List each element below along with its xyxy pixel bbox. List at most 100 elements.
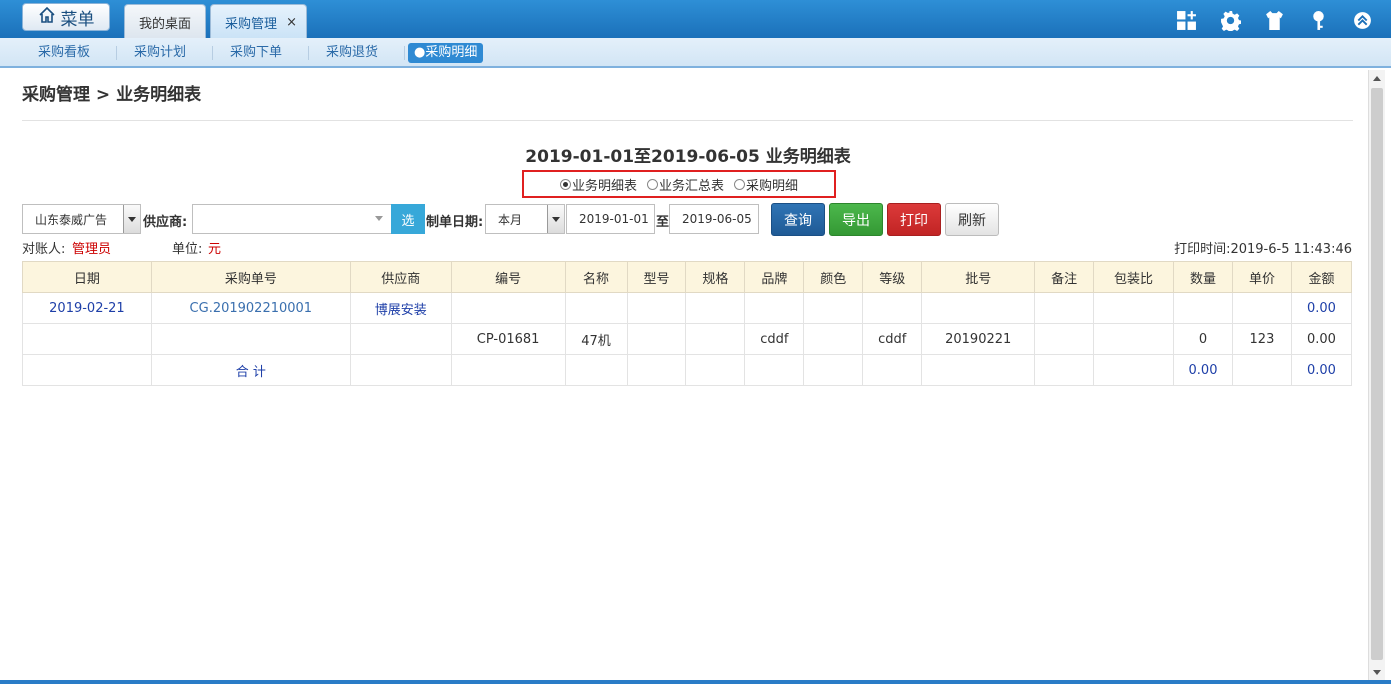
select-supplier-button[interactable]: 选: [391, 204, 425, 234]
bottom-bar: [0, 680, 1391, 684]
table-cell: [349, 323, 452, 355]
sub-navigation: 采购看板 采购计划 采购下单 采购退货 ●采购明细: [0, 38, 1391, 68]
radio-unchecked-icon: [646, 178, 658, 190]
table-cell: [1093, 323, 1175, 355]
table-cell: [744, 354, 805, 386]
column-header-color: 颜色: [803, 261, 864, 293]
vertical-scrollbar[interactable]: [1368, 70, 1385, 680]
tab-purchase-management[interactable]: 采购管理 ×: [210, 4, 307, 40]
collapse-up-icon[interactable]: [1350, 8, 1375, 33]
cell-unit-price: 123: [1231, 323, 1292, 355]
cell-name: 47机: [564, 323, 628, 355]
table-cell: [626, 323, 687, 355]
tab-label: 我的桌面: [138, 17, 191, 32]
table-cell: [862, 292, 923, 324]
period-value: 本月: [498, 212, 523, 227]
column-header-amount: 金额: [1290, 261, 1353, 293]
radio-purchase-detail[interactable]: 采购明细: [734, 175, 798, 194]
menu-button[interactable]: 菜单: [22, 3, 110, 31]
gear-icon[interactable]: [1218, 8, 1243, 33]
radio-checked-icon: [559, 178, 571, 190]
table-cell: [1231, 354, 1292, 386]
table-cell: [1034, 354, 1095, 386]
table-cell: [626, 354, 687, 386]
column-header-remark: 备注: [1034, 261, 1095, 293]
subnav-item-detail[interactable]: ●采购明细: [408, 43, 484, 63]
table-cell: [150, 323, 351, 355]
subnav-divider: [308, 46, 309, 60]
radio-unchecked-icon: [734, 178, 745, 190]
cell-supplier-link[interactable]: 博展安装: [349, 292, 452, 324]
tab-my-desktop[interactable]: 我的桌面: [124, 4, 206, 40]
table-cell: [450, 354, 566, 386]
radio-detail-report[interactable]: 业务明细表: [559, 175, 637, 194]
supplier-input[interactable]: [192, 204, 392, 234]
table-cell: [803, 292, 864, 324]
to-label: 至: [656, 215, 670, 230]
date-to-input[interactable]: 2019-06-05: [669, 204, 759, 234]
grid-add-icon[interactable]: [1174, 8, 1199, 33]
table-cell: [921, 292, 1036, 324]
home-icon: [38, 6, 56, 29]
table-cell: [1231, 292, 1292, 324]
column-header-pack-ratio: 包装比: [1093, 261, 1175, 293]
close-icon[interactable]: ×: [286, 15, 297, 30]
chevron-down-icon: [375, 216, 383, 221]
table-total-row: 合 计 0.00 0.00: [22, 354, 1353, 386]
column-header-grade: 等级: [862, 261, 923, 293]
cell-amount: 0.00: [1290, 292, 1353, 324]
table-row: 2019-02-21 CG.201902210001 博展安装 0.00: [22, 292, 1353, 324]
main-content: 采购管理 > 业务明细表 2019-01-01至 2019-06-05 业务明细表…: [8, 70, 1368, 680]
export-button[interactable]: 导出: [829, 203, 883, 236]
table-header-row: 日期 采购单号 供应商 编号 名称 型号 规格 品牌 颜色 等级 批号 备注 包…: [22, 261, 1353, 293]
scrollbar-thumb[interactable]: [1371, 88, 1383, 660]
detail-table: 日期 采购单号 供应商 编号 名称 型号 规格 品牌 颜色 等级 批号 备注 包…: [22, 261, 1353, 386]
chevron-down-icon: [123, 205, 140, 233]
table-cell: [803, 354, 864, 386]
cell-quantity: 0: [1173, 323, 1233, 355]
company-value: 山东泰威广告: [35, 212, 108, 227]
table-cell: [803, 323, 864, 355]
cell-order-no-link[interactable]: CG.201902210001: [150, 292, 351, 324]
column-header-quantity: 数量: [1173, 261, 1233, 293]
refresh-button[interactable]: 刷新: [945, 203, 999, 236]
period-select[interactable]: 本月: [485, 204, 565, 234]
tab-label: 采购管理: [225, 17, 278, 32]
column-header-batch: 批号: [921, 261, 1036, 293]
cell-brand: cddf: [744, 323, 805, 355]
scroll-up-icon[interactable]: [1369, 70, 1385, 86]
date-from-input[interactable]: 2019-01-01: [566, 204, 655, 234]
scroll-down-icon[interactable]: [1369, 664, 1385, 680]
column-header-brand: 品牌: [744, 261, 805, 293]
shirt-icon[interactable]: [1262, 8, 1287, 33]
table-cell: [22, 323, 152, 355]
subnav-item-return[interactable]: 采购退货: [326, 43, 378, 63]
table-cell: [450, 292, 566, 324]
table-cell: [564, 292, 628, 324]
subnav-item-dashboard[interactable]: 采购看板: [38, 43, 90, 63]
supplier-label: 供应商:: [143, 215, 188, 230]
table-cell: [349, 354, 452, 386]
cell-code: CP-01681: [450, 323, 566, 355]
date-label: 制单日期:: [426, 215, 484, 230]
cell-date: 2019-02-21: [22, 292, 152, 324]
subnav-item-order[interactable]: 采购下单: [230, 43, 282, 63]
table-cell: [22, 354, 152, 386]
top-header: 菜单 我的桌面 采购管理 ×: [0, 0, 1391, 40]
query-button[interactable]: 查询: [771, 203, 825, 236]
table-cell: [685, 354, 746, 386]
accountant-label: 对账人:: [22, 242, 66, 257]
unit-label: 单位:: [172, 242, 203, 257]
chevron-down-icon: [547, 205, 564, 233]
key-icon[interactable]: [1306, 8, 1331, 33]
breadcrumb: 采购管理 > 业务明细表: [22, 85, 202, 105]
company-select[interactable]: 山东泰威广告: [22, 204, 141, 234]
report-type-selector: 业务明细表 业务汇总表 采购明细: [522, 170, 836, 198]
table-cell: [564, 354, 628, 386]
table-cell: [862, 354, 923, 386]
radio-label: 业务明细表: [571, 178, 637, 194]
date-to-value: 2019-06-05: [682, 212, 752, 226]
radio-summary-report[interactable]: 业务汇总表: [646, 175, 724, 194]
subnav-item-plan[interactable]: 采购计划: [134, 43, 186, 63]
print-button[interactable]: 打印: [887, 203, 941, 236]
